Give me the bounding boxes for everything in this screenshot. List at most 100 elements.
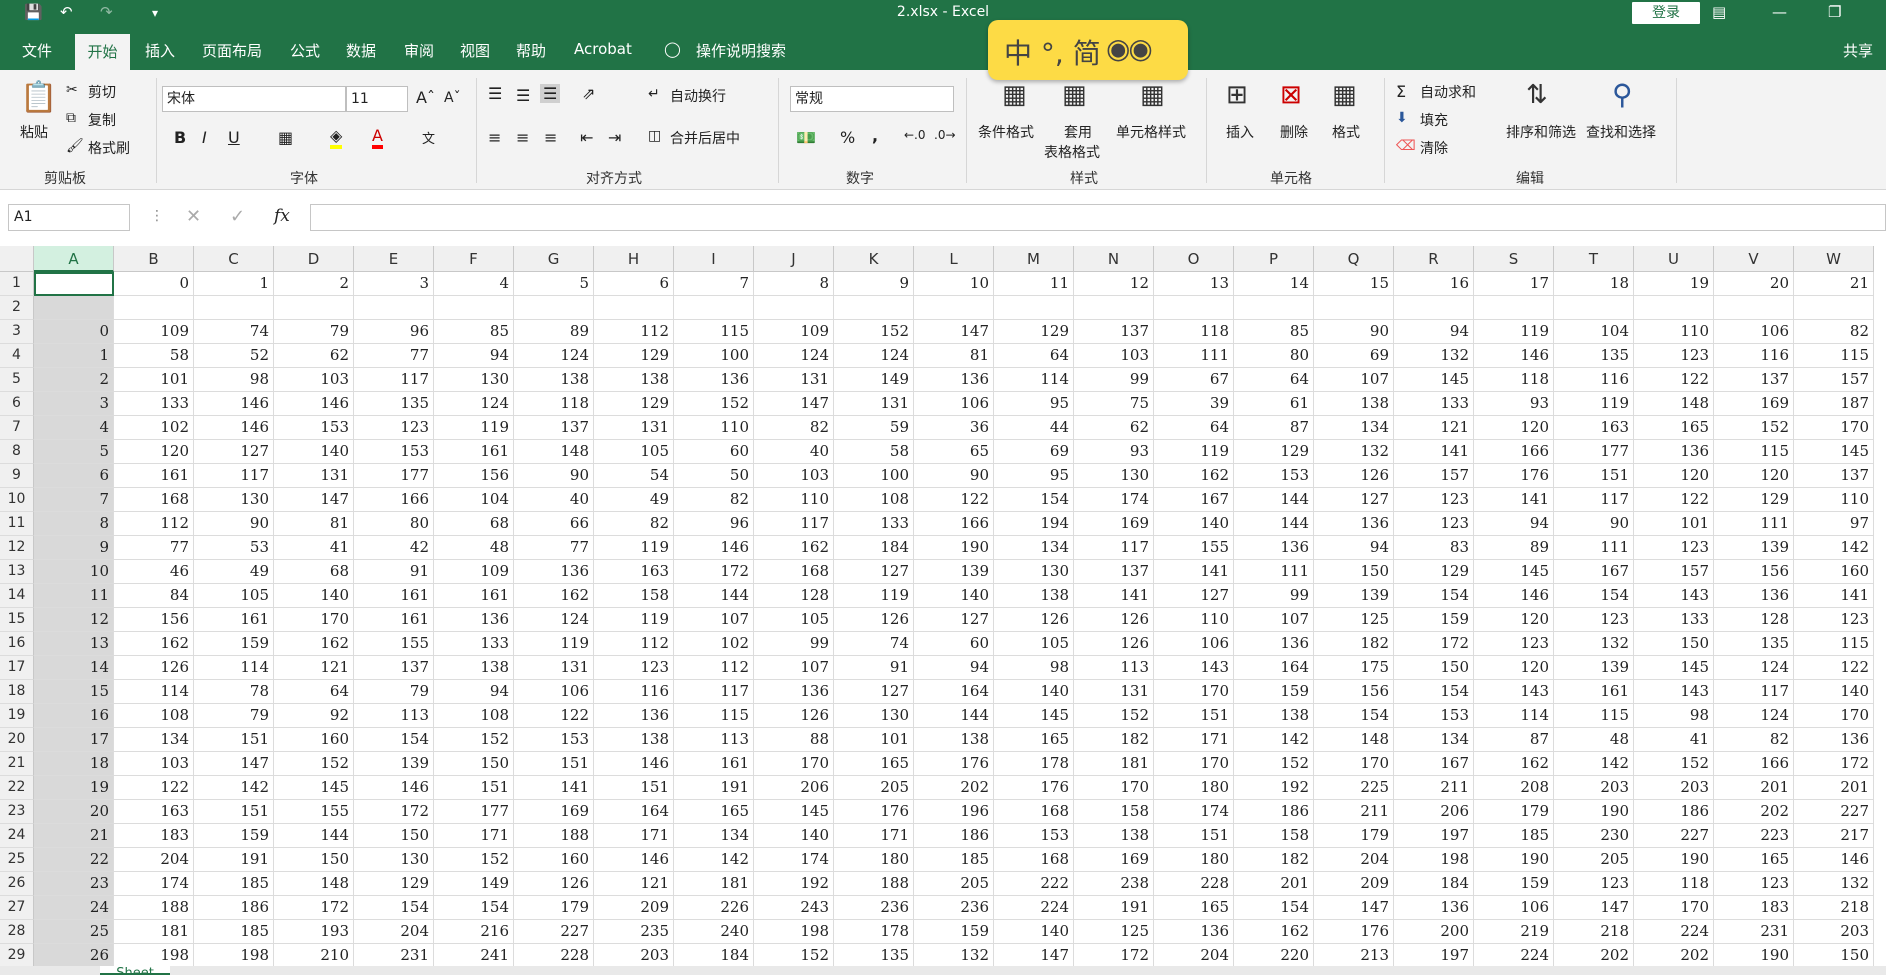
cell[interactable]: 135 [354, 392, 434, 416]
tab-insert[interactable]: 插入 [145, 40, 175, 61]
cell[interactable]: 185 [194, 872, 274, 896]
cell[interactable]: 100 [674, 344, 754, 368]
cell[interactable]: 141 [514, 776, 594, 800]
row-header[interactable]: 22 [0, 776, 34, 800]
cell[interactable]: 139 [354, 752, 434, 776]
cell[interactable]: 186 [1634, 800, 1714, 824]
cell[interactable]: 139 [1314, 584, 1394, 608]
cell[interactable]: 162 [114, 632, 194, 656]
cell[interactable]: 187 [1794, 392, 1874, 416]
cell[interactable]: 62 [274, 344, 354, 368]
cell[interactable]: 167 [1554, 560, 1634, 584]
cell[interactable]: 122 [914, 488, 994, 512]
cancel-icon[interactable]: ✕ [186, 206, 201, 227]
cell[interactable]: 118 [514, 392, 594, 416]
cell[interactable]: 184 [834, 536, 914, 560]
cell[interactable]: 60 [674, 440, 754, 464]
cell[interactable] [274, 296, 354, 320]
cell[interactable]: 48 [1554, 728, 1634, 752]
cell[interactable]: 127 [834, 680, 914, 704]
cell[interactable]: 111 [1554, 536, 1634, 560]
cell[interactable]: 132 [914, 944, 994, 966]
cell[interactable]: 238 [1074, 872, 1154, 896]
cell[interactable]: 147 [1554, 896, 1634, 920]
fill-button[interactable]: 填充 [1420, 110, 1448, 130]
cell[interactable]: 163 [594, 560, 674, 584]
cell[interactable] [914, 296, 994, 320]
cell[interactable]: 152 [754, 944, 834, 966]
cell[interactable]: 209 [594, 896, 674, 920]
cell[interactable]: 134 [994, 536, 1074, 560]
cell[interactable]: 108 [834, 488, 914, 512]
cell[interactable]: 183 [114, 824, 194, 848]
cell[interactable]: 116 [1554, 368, 1634, 392]
cell[interactable]: 162 [1154, 464, 1234, 488]
cell[interactable]: 122 [1634, 368, 1714, 392]
cell[interactable]: 82 [754, 416, 834, 440]
cell[interactable]: 111 [1154, 344, 1234, 368]
cell[interactable]: 225 [1314, 776, 1394, 800]
cell[interactable]: 125 [1074, 920, 1154, 944]
cell[interactable]: 127 [914, 608, 994, 632]
cell[interactable]: 124 [514, 344, 594, 368]
column-header-S[interactable]: S [1474, 246, 1554, 272]
cell[interactable]: 136 [1634, 440, 1714, 464]
increase-decimal-icon[interactable]: ←.0 [904, 128, 926, 142]
cell[interactable]: 107 [1234, 608, 1314, 632]
cell[interactable]: 137 [354, 656, 434, 680]
cell[interactable]: 67 [1154, 368, 1234, 392]
cell[interactable]: 158 [1074, 800, 1154, 824]
row-header[interactable]: 19 [0, 704, 34, 728]
cell[interactable]: 94 [1314, 536, 1394, 560]
cell[interactable]: 160 [514, 848, 594, 872]
cell[interactable]: 213 [1314, 944, 1394, 966]
cell[interactable] [754, 296, 834, 320]
cell[interactable]: 126 [834, 608, 914, 632]
cell[interactable]: 66 [514, 512, 594, 536]
cell[interactable]: 128 [754, 584, 834, 608]
cell[interactable]: 95 [994, 464, 1074, 488]
cell[interactable]: 141 [1474, 488, 1554, 512]
column-header-B[interactable]: B [114, 246, 194, 272]
cell[interactable]: 152 [834, 320, 914, 344]
cell[interactable]: 93 [1474, 392, 1554, 416]
cell[interactable]: 61 [1234, 392, 1314, 416]
cell[interactable] [34, 296, 114, 320]
cell[interactable]: 46 [114, 560, 194, 584]
cell[interactable]: 81 [274, 512, 354, 536]
cell[interactable] [1554, 296, 1634, 320]
cell[interactable]: 126 [994, 608, 1074, 632]
cell[interactable]: 144 [914, 704, 994, 728]
cell[interactable]: 120 [1474, 416, 1554, 440]
cell[interactable]: 138 [1234, 704, 1314, 728]
cell[interactable]: 162 [514, 584, 594, 608]
cell[interactable]: 132 [1554, 632, 1634, 656]
cell[interactable]: 94 [1394, 320, 1474, 344]
cell[interactable]: 123 [594, 656, 674, 680]
cell[interactable]: 171 [594, 824, 674, 848]
cell[interactable]: 236 [834, 896, 914, 920]
cell[interactable]: 143 [1634, 680, 1714, 704]
cell[interactable]: 138 [594, 368, 674, 392]
cell[interactable]: 114 [114, 680, 194, 704]
cell[interactable]: 9 [834, 272, 914, 296]
cell[interactable]: 103 [274, 368, 354, 392]
cell[interactable]: 176 [1314, 920, 1394, 944]
cell[interactable]: 137 [514, 416, 594, 440]
cell[interactable]: 135 [1714, 632, 1794, 656]
cell[interactable]: 129 [594, 392, 674, 416]
cell[interactable]: 161 [354, 584, 434, 608]
cell[interactable]: 204 [1314, 848, 1394, 872]
cell[interactable]: 150 [434, 752, 514, 776]
cell[interactable]: 135 [1554, 344, 1634, 368]
orientation-icon[interactable]: ⇗ [582, 84, 595, 103]
insert-button[interactable]: 插入 [1226, 122, 1254, 142]
cell[interactable]: 116 [594, 680, 674, 704]
cell[interactable]: 184 [674, 944, 754, 966]
cell[interactable]: 110 [1154, 608, 1234, 632]
cell[interactable]: 191 [1074, 896, 1154, 920]
cell[interactable]: 17 [1474, 272, 1554, 296]
cell[interactable]: 160 [274, 728, 354, 752]
cell[interactable]: 136 [594, 704, 674, 728]
cell[interactable]: 106 [1714, 320, 1794, 344]
